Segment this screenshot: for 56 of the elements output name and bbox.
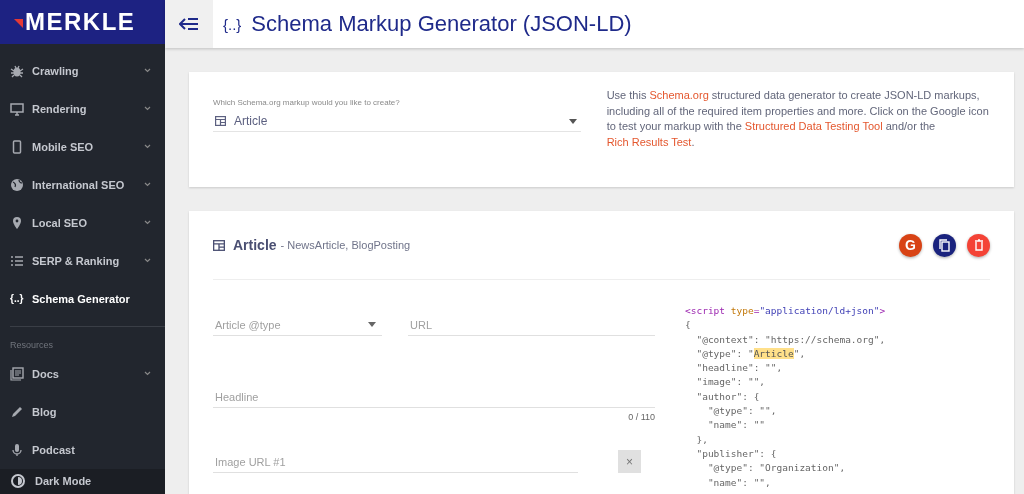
collapse-menu-button[interactable] xyxy=(165,0,213,48)
bug-icon xyxy=(10,63,24,78)
monitor-icon xyxy=(10,101,24,116)
logo: MERKLE xyxy=(0,0,165,44)
list-icon xyxy=(10,253,24,268)
google-test-button[interactable]: G xyxy=(899,233,922,257)
sidebar-item[interactable]: Docs xyxy=(0,354,165,393)
chevron-icon xyxy=(144,220,151,226)
chevron-icon xyxy=(144,371,151,377)
input-field[interactable]: Headline xyxy=(213,386,655,408)
chevron-icon xyxy=(144,144,151,150)
link[interactable]: Schema.org xyxy=(649,89,709,101)
layout-icon xyxy=(215,116,226,126)
input-field[interactable]: Image URL #1 xyxy=(213,451,578,473)
schema-title: Article xyxy=(233,237,277,253)
copy-button[interactable] xyxy=(933,233,956,257)
braces-icon: {..} xyxy=(10,293,24,305)
caret-icon xyxy=(368,322,376,327)
chevron-icon xyxy=(144,106,151,112)
dark-mode-toggle[interactable]: Dark Mode xyxy=(0,468,165,494)
schema-subtitle: - NewsArticle, BlogPosting xyxy=(280,239,411,251)
field-label: Which Schema.org markup would you like to create? xyxy=(213,98,401,107)
pencil-icon xyxy=(10,404,24,419)
pin-icon xyxy=(10,215,24,230)
chevron-icon xyxy=(144,258,151,264)
link[interactable]: Structured Data Testing Tool xyxy=(744,120,883,132)
character-counter: 0 / 110 xyxy=(627,412,655,422)
layout-icon xyxy=(213,239,225,251)
delete-button[interactable] xyxy=(967,233,990,257)
sidebar-item[interactable]: Rendering xyxy=(0,89,165,128)
sidebar-item[interactable]: International SEO xyxy=(0,165,165,204)
microphone-icon xyxy=(10,442,24,457)
sidebar-item[interactable]: Local SEO xyxy=(0,203,165,242)
section-label: Resources xyxy=(9,338,55,352)
trash-icon xyxy=(973,239,984,251)
copy-icon xyxy=(939,238,950,252)
sidebar-item[interactable]: Podcast xyxy=(0,430,165,469)
caret-icon xyxy=(568,118,577,124)
chevron-icon xyxy=(144,68,151,74)
collapse-icon xyxy=(179,17,199,31)
contrast-icon xyxy=(11,474,25,489)
phone-icon xyxy=(10,139,24,154)
globe-icon xyxy=(10,177,24,192)
chevron-icon xyxy=(144,182,151,188)
sidebar-item[interactable]: Crawling xyxy=(0,51,165,90)
schema-type-dropdown[interactable]: Article xyxy=(213,111,581,132)
code-block: <script type="application/ld+json"> { "@context": "https://schema.org", "@type": "Article", "headline": "", "image": "", "author": { "@type": "", "name": "" }, "publisher": { "@type": "Organization", "name": "", xyxy=(685,304,886,490)
page-title: Schema Markup Generator (JSON-LD) xyxy=(251,11,632,37)
sidebar-item[interactable]: Mobile SEO xyxy=(0,127,165,166)
document-icon xyxy=(10,366,24,381)
sidebar-item[interactable]: Blog xyxy=(0,392,165,431)
sidebar-item[interactable]: SERP & Ranking xyxy=(0,241,165,280)
description-text: Use this Schema.org structured data generator to create JSON-LD markups, including all of the required item properties and more. Click on the Google icon to test your markup with the Structured Data Testing Tool and/or the Rich Results Test. xyxy=(606,88,990,150)
sidebar-item[interactable]: {..} Schema Generator xyxy=(0,279,165,318)
input-field[interactable]: URL xyxy=(408,314,655,336)
braces-icon: {..} xyxy=(223,15,242,33)
